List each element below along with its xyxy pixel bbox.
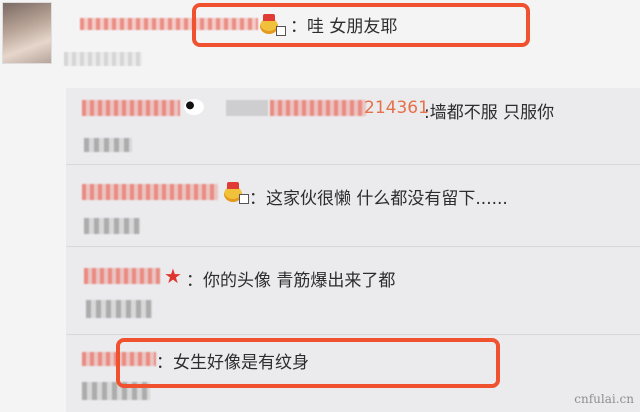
- highlight-box-top: [192, 3, 530, 47]
- divider: [66, 334, 640, 335]
- badge-icon: [239, 194, 249, 204]
- reply-text: ：这家伙很懒 什么都没有留下......: [249, 189, 508, 209]
- reply-time-blurred: [84, 138, 132, 152]
- divider: [66, 246, 640, 247]
- avatar[interactable]: [2, 2, 52, 64]
- timestamp-blurred: [64, 52, 142, 66]
- divider: [66, 164, 640, 165]
- reply-username-blurred[interactable]: [84, 268, 160, 284]
- mention-suffix[interactable]: 214361: [364, 98, 429, 118]
- panda-icon: [184, 99, 204, 115]
- star-icon: ★: [164, 264, 182, 288]
- reply-username-blurred[interactable]: [82, 184, 218, 200]
- watermark: cnfulai.cn: [574, 392, 634, 406]
- reply-username-blurred[interactable]: [82, 100, 180, 116]
- reply-text: ：你的头像 青筋爆出来了都: [186, 271, 396, 291]
- reply-text: :墙都不服 只服你: [424, 103, 555, 123]
- reply-time-blurred: [86, 300, 152, 318]
- reply-prefix: [226, 100, 268, 116]
- reply-time-blurred: [84, 218, 140, 234]
- mention-blurred[interactable]: [270, 100, 366, 116]
- highlight-box-bottom: [116, 338, 500, 388]
